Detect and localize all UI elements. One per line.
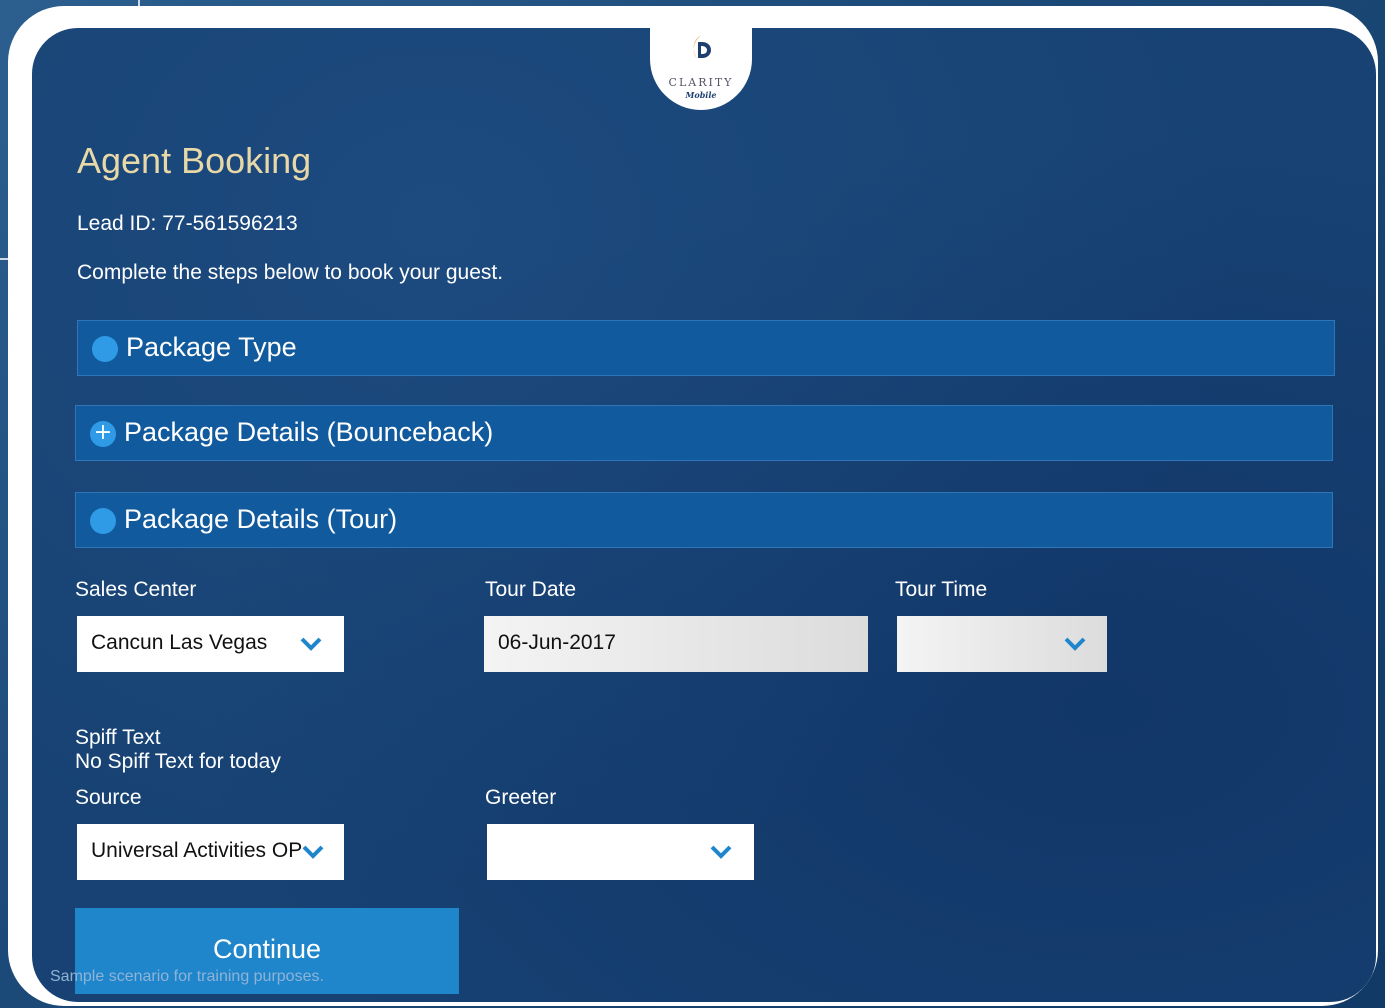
app-screen: CLARITY Mobile Agent Booking Lead ID: 77…: [32, 28, 1376, 1002]
tour-time-select[interactable]: [897, 616, 1107, 672]
clarity-logo-icon: [693, 35, 711, 58]
spiff-value: No Spiff Text for today: [75, 750, 281, 773]
chevron-down-icon: [1064, 637, 1086, 651]
page-title: Agent Booking: [77, 140, 312, 181]
brand-logo: CLARITY Mobile: [650, 28, 752, 110]
tour-time-label: Tour Time: [895, 578, 988, 601]
greeter-select[interactable]: [487, 824, 754, 880]
section-package-details-tour[interactable]: Package Details (Tour): [75, 492, 1333, 548]
chevron-down-icon: [710, 845, 732, 859]
lead-id: Lead ID: 77-561596213: [77, 212, 298, 235]
plus-circle-icon: +: [90, 421, 116, 447]
source-select[interactable]: Universal Activities OP: [77, 824, 344, 880]
section-label: Package Type: [126, 332, 297, 362]
intro-text: Complete the steps below to book your gu…: [77, 261, 504, 284]
chevron-down-icon: [300, 637, 322, 651]
tour-date-input[interactable]: 06-Jun-2017: [484, 616, 868, 672]
disclaimer-text: Sample scenario for training purposes.: [50, 968, 324, 985]
brand-name: CLARITY: [668, 76, 734, 89]
sales-center-value: Cancun Las Vegas: [91, 631, 268, 654]
circle-icon: [90, 508, 116, 534]
divider: [0, 258, 8, 260]
brand-sub: Mobile: [685, 90, 717, 100]
device-frame: CLARITY Mobile Agent Booking Lead ID: 77…: [8, 6, 1378, 1006]
section-label: Package Details (Tour): [124, 504, 398, 534]
section-label: Package Details (Bounceback): [124, 417, 494, 447]
continue-label: Continue: [212, 934, 322, 964]
circle-icon: [92, 336, 118, 362]
section-package-details-bounceback[interactable]: + Package Details (Bounceback): [75, 405, 1333, 461]
spiff-block: Spiff Text No Spiff Text for today: [75, 726, 281, 774]
source-value: Universal Activities OP: [91, 839, 303, 862]
source-label: Source: [75, 786, 142, 809]
tour-date-value: 06-Jun-2017: [498, 631, 616, 654]
spiff-label: Spiff Text: [75, 726, 161, 749]
chevron-down-icon: [302, 845, 324, 859]
greeter-label: Greeter: [485, 786, 557, 809]
sales-center-select[interactable]: Cancun Las Vegas: [77, 616, 344, 672]
sales-center-label: Sales Center: [75, 578, 197, 601]
tour-date-label: Tour Date: [485, 578, 577, 601]
section-package-type[interactable]: Package Type: [77, 320, 1335, 376]
